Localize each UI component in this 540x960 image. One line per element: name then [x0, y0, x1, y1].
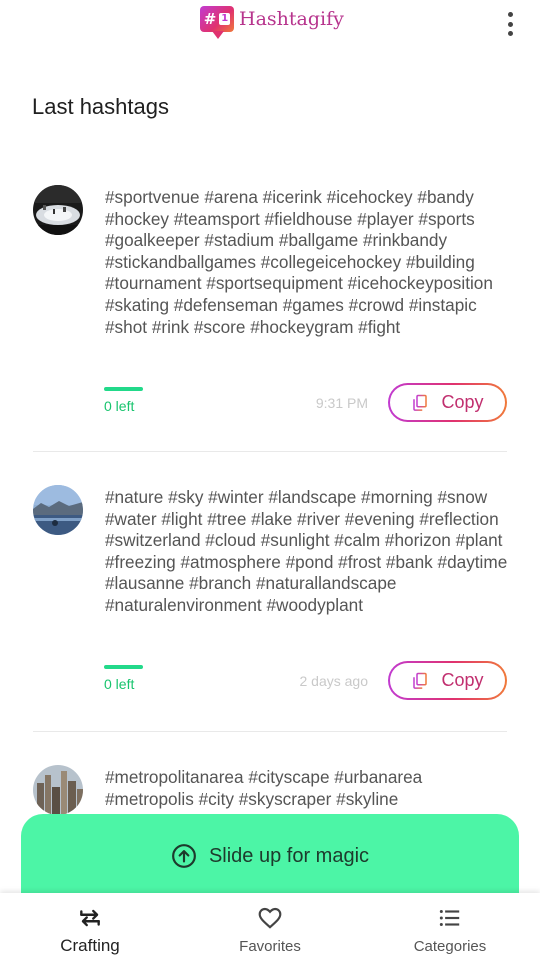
app-title: Hashtagify: [239, 8, 344, 30]
copy-button-label: Copy: [441, 670, 484, 690]
more-vert-icon[interactable]: [502, 12, 518, 36]
city-skyline-photo[interactable]: [33, 765, 83, 815]
timestamp: 9:31 PM: [315, 395, 368, 411]
timestamp: 2 days ago: [299, 673, 369, 689]
copy-button-inner: Copy: [390, 663, 505, 698]
page-title: Last hashtags: [32, 94, 169, 119]
history-item: #nature #sky #winter #landscape #morning…: [33, 485, 507, 705]
nav-favorites[interactable]: Favorites: [180, 893, 360, 960]
hashtag-badge-icon: # 1: [200, 6, 234, 39]
bottom-navigation: Crafting Favorites Categories: [0, 893, 540, 960]
hashtag-text[interactable]: #metropolitanarea #cityscape #urbanarea …: [105, 767, 515, 810]
nav-crafting-label: Crafting: [60, 936, 120, 955]
copy-button-inner: Copy: [390, 385, 505, 420]
nav-crafting[interactable]: Crafting: [0, 893, 180, 960]
swap-arrows-icon: [80, 909, 100, 927]
history-item: #sportvenue #arena #icerink #icehockey #…: [33, 185, 507, 425]
badge-hash: #: [203, 10, 217, 28]
arrow-up-circle-icon: [172, 844, 196, 868]
remaining-progress-bar: [104, 665, 143, 669]
copy-button[interactable]: Copy: [388, 383, 507, 422]
nav-categories-label: Categories: [413, 938, 487, 955]
hashtag-text[interactable]: #nature #sky #winter #landscape #morning…: [105, 487, 515, 617]
copy-icon: [413, 394, 428, 411]
heart-outline-icon: [258, 907, 282, 929]
nav-categories[interactable]: Categories: [360, 893, 540, 960]
nav-favorites-label: Favorites: [239, 938, 301, 955]
winter-lake-photo[interactable]: [33, 485, 83, 535]
remaining-progress-bar: [104, 387, 143, 391]
menu-dot: [507, 31, 513, 36]
divider: [33, 451, 507, 452]
copy-button-label: Copy: [441, 392, 484, 412]
list-icon: [439, 909, 460, 927]
hockey-arena-photo[interactable]: [33, 185, 83, 235]
copy-icon: [413, 672, 428, 689]
remaining-count: 0 left: [104, 676, 135, 692]
slide-up-label: Slide up for magic: [208, 844, 370, 867]
badge-number: 1: [219, 13, 231, 25]
remaining-count: 0 left: [104, 398, 135, 414]
menu-dot: [507, 21, 513, 27]
top-app-bar: # 1 Hashtagify: [0, 0, 540, 56]
app-logo: # 1 Hashtagify: [200, 6, 344, 39]
slide-up-content: Slide up for magic: [171, 842, 369, 870]
menu-dot: [507, 12, 513, 17]
hashtag-text[interactable]: #sportvenue #arena #icerink #icehockey #…: [105, 187, 515, 338]
divider: [33, 731, 507, 732]
copy-button[interactable]: Copy: [388, 661, 507, 700]
